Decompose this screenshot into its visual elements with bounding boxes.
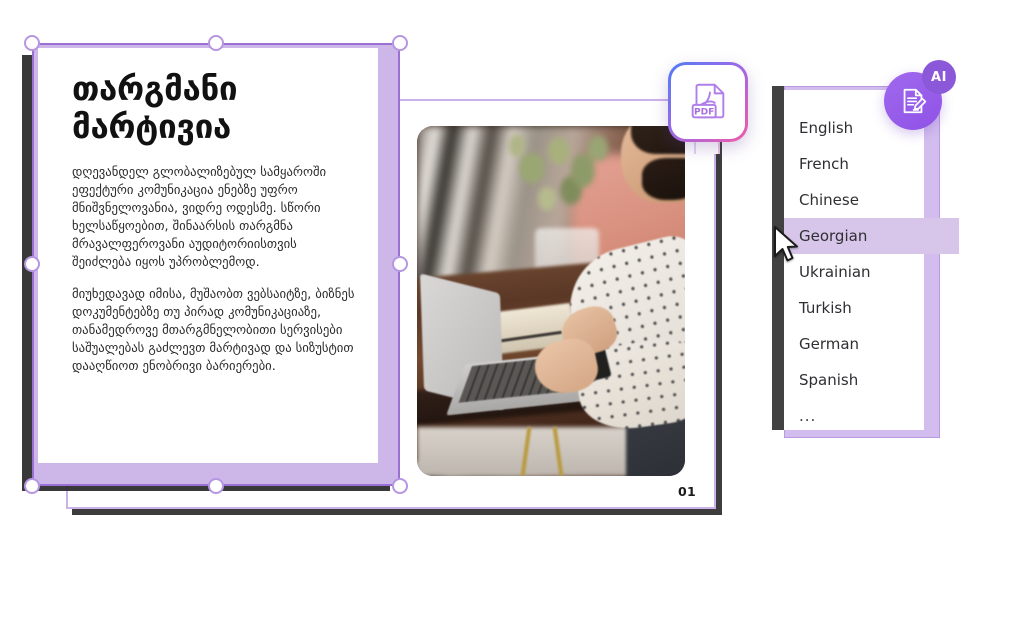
pdf-file-icon: PDF	[691, 83, 725, 119]
resize-handle-top-center[interactable]	[208, 35, 224, 51]
pdf-card-inner: PDF	[671, 65, 745, 139]
language-option-spanish[interactable]: Spanish	[784, 362, 924, 398]
language-option-german[interactable]: German	[784, 326, 924, 362]
resize-handle-middle-right[interactable]	[392, 256, 408, 272]
mouse-pointer-arrow	[771, 224, 801, 270]
language-option-moremoremore[interactable]: ...	[784, 398, 924, 434]
document-content: თარგმანი მარტივია დღევანდელ გლობალიზებულ…	[72, 69, 356, 389]
canvas-stage: 01 PDF თარგმანი მარტივია დღევანდელ გლობა…	[0, 0, 1024, 640]
document-page: თარგმანი მარტივია დღევანდელ გლობალიზებულ…	[38, 48, 378, 463]
pdf-label: PDF	[694, 107, 714, 117]
language-option-georgian[interactable]: Georgian	[784, 218, 959, 254]
resize-handle-bottom-center[interactable]	[208, 478, 224, 494]
language-option-french[interactable]: French	[784, 146, 924, 182]
body-paragraph-2: მიუხედავად იმისა, მუშაობთ ვებსაიტზე, ბიზ…	[72, 285, 355, 373]
language-option-list[interactable]: English French Chinese Georgian Ukrainian Tur…	[784, 90, 959, 430]
ai-assistant-button[interactable]: AI	[884, 60, 956, 132]
language-option-turkish[interactable]: Turkish	[784, 290, 924, 326]
ai-label-badge: AI	[922, 60, 956, 94]
resize-handle-middle-left[interactable]	[24, 256, 40, 272]
page-number: 01	[678, 484, 696, 499]
resize-handle-bottom-left[interactable]	[24, 478, 40, 494]
laptop-photo	[417, 126, 685, 476]
resize-handle-bottom-right[interactable]	[392, 478, 408, 494]
pdf-file-card[interactable]: PDF	[668, 62, 748, 142]
page-title: თარგმანი მარტივია	[72, 69, 238, 147]
document-edit-icon	[903, 88, 927, 114]
language-option-chinese[interactable]: Chinese	[784, 182, 924, 218]
body-paragraph-1: დღევანდელ გლობალიზებულ სამყაროში ეფექტურ…	[72, 163, 327, 269]
language-option-ukrainian[interactable]: Ukrainian	[784, 254, 924, 290]
text-document-card[interactable]: თარგმანი მარტივია დღევანდელ გლობალიზებულ…	[22, 35, 408, 494]
resize-handle-top-right[interactable]	[392, 35, 408, 51]
photo-beard	[642, 157, 685, 200]
resize-handle-top-left[interactable]	[24, 35, 40, 51]
